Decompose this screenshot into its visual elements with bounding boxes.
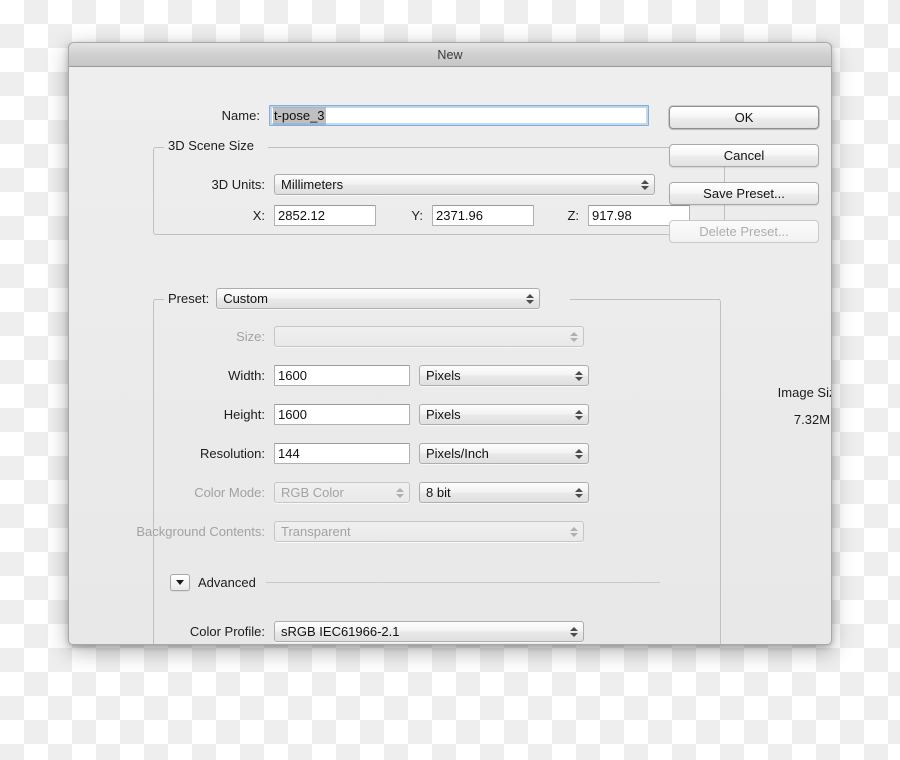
resolution-label: Resolution: [199, 446, 265, 461]
color-profile-select[interactable]: sRGB IEC61966-2.1 [274, 621, 584, 642]
disclosure-triangle-down-icon[interactable] [170, 574, 190, 591]
background-contents-value: Transparent [281, 524, 351, 539]
chevron-updown-icon [575, 408, 583, 422]
scene-dimensions-row: X: 2852.12 Y: 2371.96 Z: 917.98 [70, 205, 690, 226]
resolution-row: Resolution: 144 Pixels/Inch [70, 443, 589, 464]
chevron-updown-icon [575, 447, 583, 461]
resolution-input[interactable]: 144 [274, 443, 410, 464]
color-profile-label: Color Profile: [189, 624, 265, 639]
three-d-units-select[interactable]: Millimeters [274, 174, 655, 195]
cancel-button-label: Cancel [723, 148, 765, 163]
resolution-unit-value: Pixels/Inch [426, 446, 489, 461]
width-unit-select[interactable]: Pixels [419, 365, 589, 386]
y-value: 2371.96 [436, 208, 483, 223]
width-unit-value: Pixels [426, 368, 461, 383]
name-row: Name: t-pose_3 [69, 105, 649, 126]
preset-select[interactable]: Custom [216, 288, 541, 309]
size-label: Size: [236, 329, 265, 344]
width-value: 1600 [278, 368, 307, 383]
color-mode-row: Color Mode: RGB Color 8 bit [70, 482, 589, 503]
height-unit-value: Pixels [426, 407, 461, 422]
preset-group: Preset: Custom Size: Width: 1600 Pixels … [136, 288, 721, 644]
x-label: X: [252, 208, 265, 223]
advanced-separator [265, 582, 660, 583]
name-input[interactable]: t-pose_3 [268, 105, 649, 126]
name-label: Name: [221, 108, 260, 123]
size-select[interactable] [274, 326, 584, 347]
background-contents-row: Background Contents: Transparent [70, 521, 584, 542]
chevron-updown-icon [641, 178, 649, 192]
color-depth-select[interactable]: 8 bit [419, 482, 589, 503]
chevron-updown-icon [396, 486, 404, 500]
save-preset-button-label: Save Preset... [703, 186, 785, 201]
x-input[interactable]: 2852.12 [274, 205, 376, 226]
three-d-units-value: Millimeters [281, 177, 344, 192]
resolution-value: 144 [278, 446, 300, 461]
chevron-updown-icon [575, 369, 583, 383]
x-value: 2852.12 [278, 208, 325, 223]
image-size-label: Image Size: [777, 385, 831, 400]
dialog-title: New [437, 47, 463, 62]
scene-size-group: 3D Scene Size 3D Units: Millimeters X: 2… [153, 138, 725, 235]
advanced-section-header: Advanced [170, 574, 660, 591]
name-input-value: t-pose_3 [272, 106, 326, 125]
background-contents-label: Background Contents: [136, 524, 265, 539]
delete-preset-button-label: Delete Preset... [699, 224, 789, 239]
size-row: Size: [70, 326, 584, 347]
color-mode-select[interactable]: RGB Color [274, 482, 410, 503]
height-unit-select[interactable]: Pixels [419, 404, 589, 425]
scene-size-group-title: 3D Scene Size [168, 138, 254, 153]
ok-button-label: OK [734, 110, 754, 125]
ok-button[interactable]: OK [669, 106, 819, 129]
resolution-unit-select[interactable]: Pixels/Inch [419, 443, 589, 464]
dialog-titlebar[interactable]: New [69, 43, 831, 67]
color-profile-value: sRGB IEC61966-2.1 [281, 624, 400, 639]
z-label: Z: [567, 208, 579, 223]
width-input[interactable]: 1600 [274, 365, 410, 386]
z-value: 917.98 [592, 208, 632, 223]
preset-label: Preset: [168, 291, 210, 306]
color-mode-value: RGB Color [281, 485, 344, 500]
width-row: Width: 1600 Pixels [70, 365, 589, 386]
delete-preset-button: Delete Preset... [669, 220, 819, 243]
y-input[interactable]: 2371.96 [432, 205, 534, 226]
new-document-dialog: New Name: t-pose_3 3D Scene Size 3D Unit… [68, 42, 832, 645]
three-d-units-row: 3D Units: Millimeters [70, 174, 655, 195]
save-preset-button[interactable]: Save Preset... [669, 182, 819, 205]
color-mode-label: Color Mode: [194, 485, 265, 500]
height-row: Height: 1600 Pixels [70, 404, 589, 425]
advanced-label: Advanced [198, 575, 256, 590]
three-d-units-label: 3D Units: [211, 177, 265, 192]
y-label: Y: [411, 208, 423, 223]
chevron-updown-icon [570, 525, 578, 539]
color-profile-row: Color Profile: sRGB IEC61966-2.1 [70, 621, 584, 642]
width-label: Width: [228, 368, 265, 383]
chevron-updown-icon [526, 292, 535, 306]
chevron-updown-icon [570, 625, 578, 639]
background-contents-select[interactable]: Transparent [274, 521, 584, 542]
height-label: Height: [223, 407, 265, 422]
preset-value: Custom [223, 291, 268, 306]
height-input[interactable]: 1600 [274, 404, 410, 425]
dialog-body: Name: t-pose_3 3D Scene Size 3D Units: M… [69, 67, 831, 644]
image-size-value: 7.32M [793, 412, 831, 427]
height-value: 1600 [278, 407, 307, 422]
cancel-button[interactable]: Cancel [669, 144, 819, 167]
preset-row: Preset: Custom [168, 288, 541, 309]
chevron-updown-icon [575, 486, 583, 500]
chevron-updown-icon [570, 330, 578, 344]
color-depth-value: 8 bit [426, 485, 451, 500]
